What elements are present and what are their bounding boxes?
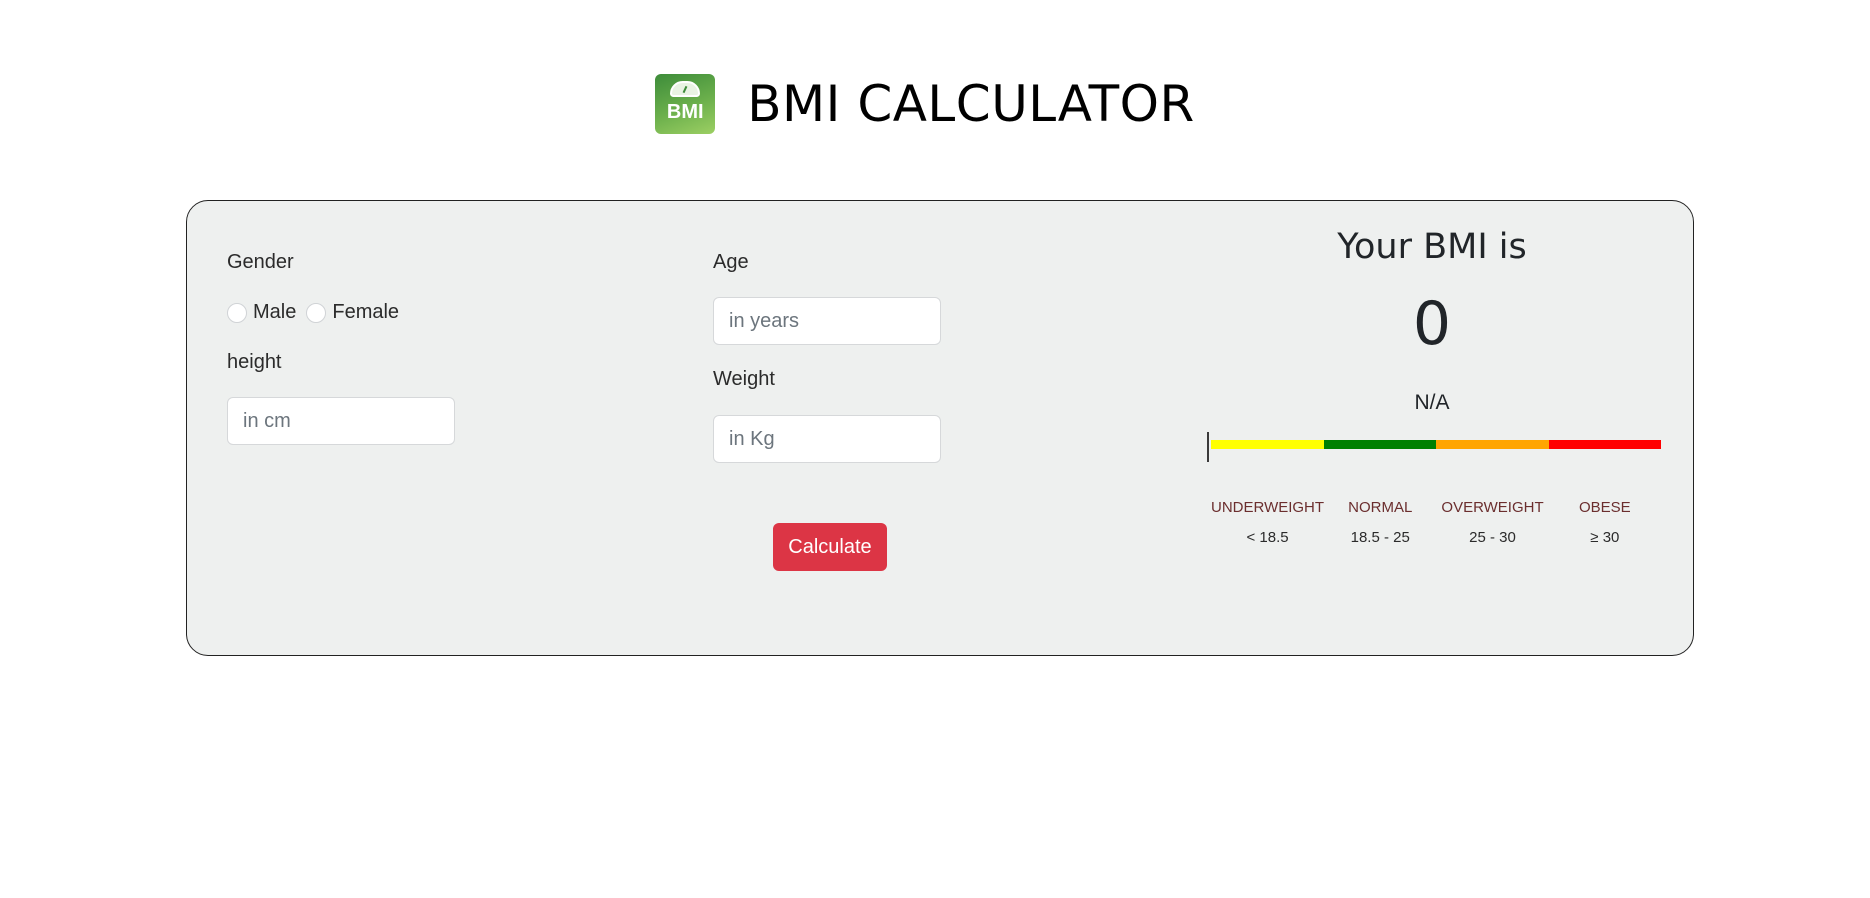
- bmi-scale-logo-icon: BMI: [655, 74, 716, 134]
- calculator-card: Gender Male Female height Age Weight Cal…: [186, 200, 1694, 656]
- bmi-category: N/A: [1414, 391, 1450, 414]
- range-value: 25 - 30: [1469, 529, 1516, 546]
- bmi-bar-segment-obese: [1548, 440, 1661, 449]
- gender-option-female[interactable]: Female: [306, 301, 399, 324]
- range-column-overweight: OVERWEIGHT 25 - 30: [1436, 499, 1548, 546]
- bmi-value: 0: [1412, 289, 1452, 359]
- male-label: Male: [253, 301, 297, 323]
- gender-radio-group: Male Female: [227, 301, 401, 324]
- gender-label: Gender: [227, 251, 294, 273]
- bmi-bar-segment-underweight: [1211, 440, 1324, 449]
- calculate-button[interactable]: Calculate: [773, 523, 887, 571]
- bmi-bar-segment-normal: [1323, 440, 1436, 449]
- bmi-marker: [1207, 432, 1209, 462]
- range-name: OBESE: [1579, 499, 1631, 516]
- bmi-range-legend: UNDERWEIGHT < 18.5 NORMAL 18.5 - 25 OVERWEIG…: [1211, 499, 1661, 546]
- female-radio[interactable]: [306, 302, 327, 323]
- result-heading: Your BMI is: [1337, 227, 1527, 267]
- weight-input[interactable]: [713, 415, 941, 463]
- range-value: < 18.5: [1246, 529, 1289, 546]
- female-label: Female: [332, 301, 400, 323]
- height-label: height: [227, 351, 282, 373]
- male-radio[interactable]: [227, 302, 247, 323]
- bmi-scale-bar: [1211, 440, 1661, 449]
- range-name: NORMAL: [1348, 499, 1413, 516]
- range-value: ≥ 30: [1590, 529, 1620, 546]
- range-value: 18.5 - 25: [1350, 529, 1410, 546]
- result-panel: Your BMI is 0 N/A UNDERWEIGHT < 18.5 NORMA…: [1203, 201, 1661, 655]
- scale-dial-icon: [670, 81, 701, 97]
- page-header: BMI BMI CALCULATOR: [0, 72, 1870, 136]
- age-input[interactable]: [713, 297, 941, 345]
- range-column-normal: NORMAL 18.5 - 25: [1324, 499, 1436, 546]
- logo-text: BMI: [666, 101, 704, 123]
- range-column-obese: OBESE ≥ 30: [1549, 499, 1661, 546]
- gender-option-male[interactable]: Male: [227, 301, 296, 324]
- age-label: Age: [713, 251, 749, 273]
- bmi-bar-segment-overweight: [1436, 440, 1549, 449]
- page-title: BMI CALCULATOR: [747, 75, 1195, 133]
- range-name: UNDERWEIGHT: [1211, 499, 1325, 516]
- range-column-underweight: UNDERWEIGHT < 18.5: [1211, 499, 1324, 546]
- height-input[interactable]: [227, 397, 455, 445]
- weight-label: Weight: [713, 368, 775, 390]
- range-name: OVERWEIGHT: [1441, 499, 1544, 516]
